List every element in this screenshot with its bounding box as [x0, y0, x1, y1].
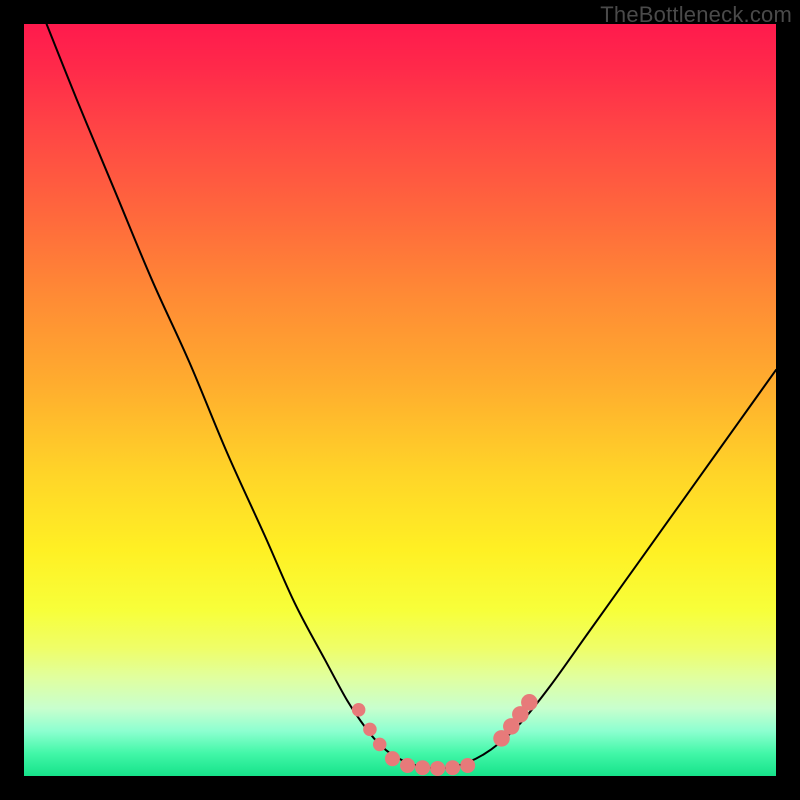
data-marker — [460, 758, 475, 773]
watermark-text: TheBottleneck.com — [600, 2, 792, 28]
data-marker — [373, 738, 387, 752]
data-marker — [363, 723, 377, 737]
data-marker — [521, 694, 538, 711]
data-marker — [400, 758, 415, 773]
chart-svg — [24, 24, 776, 776]
data-marker — [415, 760, 430, 775]
curve-left-branch — [47, 24, 438, 768]
data-marker — [445, 760, 460, 775]
chart-frame — [24, 24, 776, 776]
data-marker — [430, 761, 445, 776]
curve-right-branch — [438, 370, 776, 769]
data-marker — [352, 703, 366, 717]
data-marker — [385, 751, 400, 766]
